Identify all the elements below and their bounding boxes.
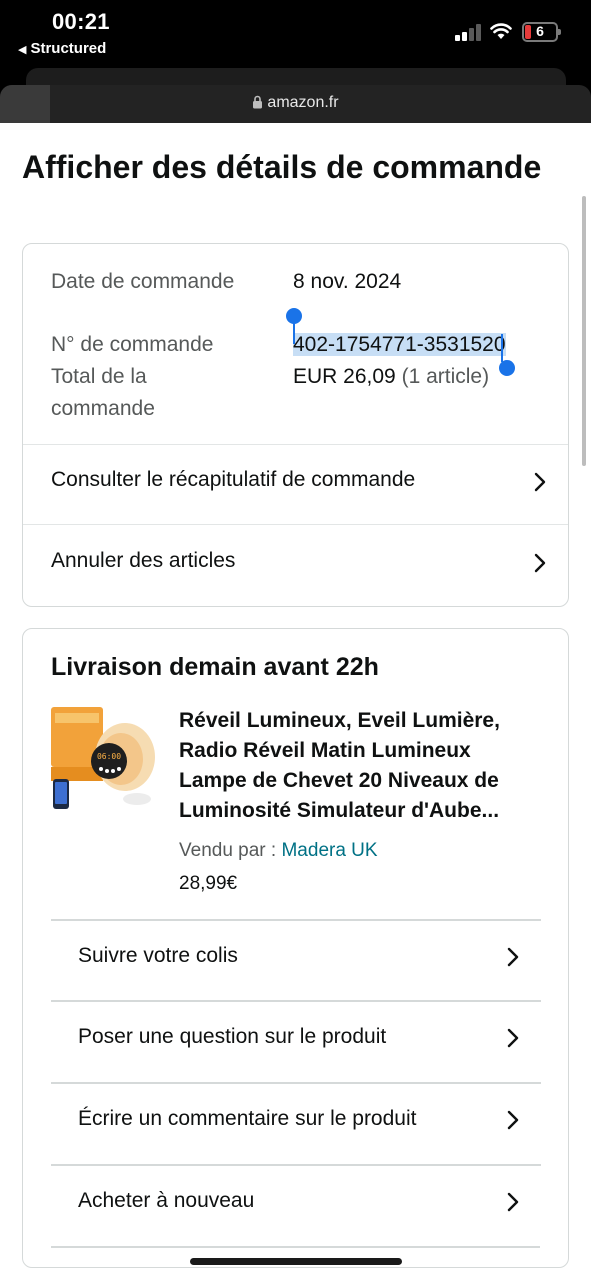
write-review-label: Écrire un commentaire sur le produit (78, 1107, 417, 1130)
product-price: 28,99€ (179, 873, 238, 894)
battery-icon: 6 (522, 22, 561, 42)
sold-by-label: Vendu par (179, 840, 266, 861)
delivery-card: Livraison demain avant 22h 06:00 Réveil … (22, 628, 569, 1268)
order-summary-card: Date de commande 8 nov. 2024 N° de comma… (22, 243, 569, 607)
order-total-row: Total de la commande EUR 26,09 (1 articl… (51, 361, 489, 425)
order-number-row: N° de commande 402-1754771-3531520 (51, 308, 515, 376)
order-number-label: N° de commande (51, 333, 214, 356)
selected-order-number[interactable]: 402-1754771-3531520 (286, 308, 515, 376)
chevron-right-icon (507, 1192, 519, 1212)
selection-end-handle[interactable] (498, 334, 515, 376)
write-review-button[interactable]: Écrire un commentaire sur le produit (51, 1082, 541, 1162)
product-title-link[interactable]: Réveil Lumineux, Eveil Lumière, Radio Ré… (179, 706, 544, 826)
battery-percent: 6 (536, 23, 544, 39)
lock-icon (253, 95, 263, 109)
delivery-title: Livraison demain avant 22h (51, 653, 379, 681)
order-total-value: EUR 26,09 (1 article) (293, 365, 490, 388)
ask-product-question-label: Poser une question sur le produit (78, 1025, 387, 1048)
home-indicator[interactable] (190, 1258, 402, 1265)
track-package-button[interactable]: Suivre votre colis (51, 919, 541, 999)
view-order-summary-link[interactable]: Consulter le récapitulatif de commande (23, 444, 568, 524)
seller-link[interactable]: Madera UK (281, 840, 377, 861)
product-image[interactable]: 06:00 (51, 707, 155, 811)
order-total-label: Total de la commande (51, 365, 155, 420)
address-bar[interactable]: amazon.fr (0, 85, 591, 123)
chevron-right-icon (534, 472, 546, 492)
divider (51, 1000, 541, 1002)
back-app-label: Structured (30, 40, 107, 57)
order-date-label: Date de commande (51, 270, 235, 293)
ask-product-question-button[interactable]: Poser une question sur le produit (51, 1000, 541, 1080)
seller-line: Vendu par : Madera UK (179, 840, 378, 861)
cancel-items-link[interactable]: Annuler des articles (23, 525, 568, 605)
order-item-count: (1 article) (401, 365, 490, 388)
product-image-clock: 06:00 (97, 752, 121, 761)
order-number-value[interactable]: 402-1754771-3531520 (286, 308, 515, 376)
scrollbar[interactable] (582, 196, 586, 466)
buy-again-label: Acheter à nouveau (78, 1189, 255, 1212)
divider (51, 919, 541, 921)
back-to-app-link[interactable]: ◀ Structured (18, 40, 106, 57)
chevron-right-icon (507, 947, 519, 967)
buy-again-button[interactable]: Acheter à nouveau (51, 1164, 541, 1244)
status-bar: 00:21 ◀ Structured 6 amazon.fr (0, 0, 591, 123)
back-triangle-icon: ◀ (18, 44, 27, 56)
chevron-right-icon (534, 553, 546, 573)
page-title: Afficher des détails de commande (22, 149, 542, 185)
order-date-row: Date de commande 8 nov. 2024 (51, 266, 401, 298)
wifi-icon (490, 23, 512, 39)
track-package-label: Suivre votre colis (78, 944, 238, 967)
url-text: amazon.fr (267, 94, 339, 111)
chevron-right-icon (507, 1028, 519, 1048)
selection-start-handle[interactable] (286, 308, 302, 344)
divider (51, 1246, 540, 1248)
divider (51, 1082, 541, 1084)
order-date-value: 8 nov. 2024 (293, 270, 402, 293)
status-time: 00:21 (52, 9, 110, 34)
chevron-right-icon (507, 1110, 519, 1130)
cancel-items-label: Annuler des articles (51, 549, 236, 572)
cellular-signal-icon (455, 24, 483, 41)
view-order-summary-label: Consulter le récapitulatif de commande (51, 468, 416, 491)
divider (51, 1164, 541, 1166)
